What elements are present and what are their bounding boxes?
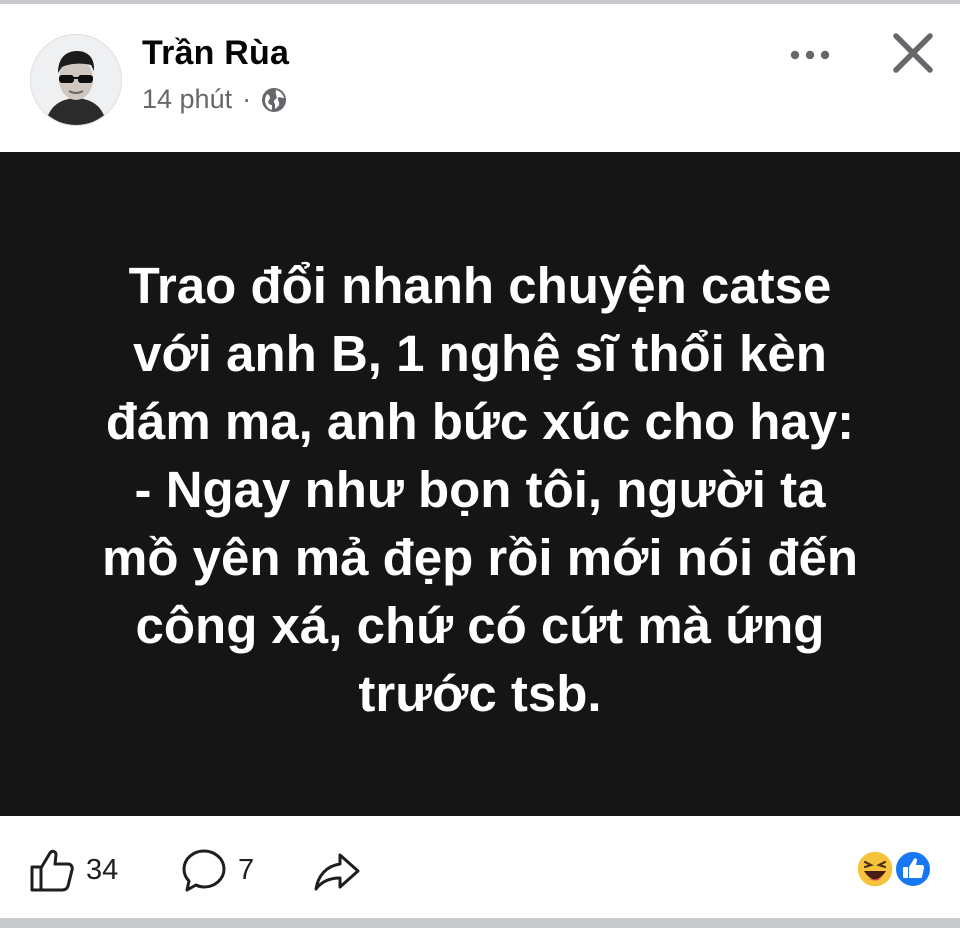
share-button[interactable]	[313, 849, 361, 893]
post-action-bar: 34 7	[0, 816, 960, 918]
close-button[interactable]	[888, 28, 938, 78]
avatar[interactable]	[30, 34, 122, 126]
post-header: Trần Rùa 14 phút ·	[0, 4, 960, 152]
globe-icon[interactable]	[261, 87, 287, 113]
close-icon	[893, 33, 933, 73]
like-icon	[30, 849, 74, 892]
more-options-button[interactable]	[783, 40, 843, 70]
like-reaction-icon	[894, 850, 932, 888]
bottom-divider	[0, 918, 960, 928]
post-meta: 14 phút ·	[142, 84, 287, 115]
more-horizontal-icon	[790, 50, 830, 60]
haha-reaction-icon	[856, 850, 894, 888]
comment-icon	[182, 849, 226, 892]
avatar-portrait-icon	[31, 35, 121, 125]
like-count: 34	[86, 853, 119, 886]
comment-count: 7	[238, 853, 255, 886]
comment-button[interactable]: 7	[180, 846, 254, 894]
post-time[interactable]: 14 phút	[142, 84, 232, 115]
like-button[interactable]: 34	[28, 846, 118, 894]
reaction-summary[interactable]	[856, 850, 936, 890]
post-content-card: Trao đổi nhanh chuyện catse với anh B, 1…	[0, 152, 960, 816]
share-icon	[314, 853, 360, 891]
meta-separator: ·	[242, 84, 252, 114]
author-name[interactable]: Trần Rùa	[142, 34, 289, 73]
post-text: Trao đổi nhanh chuyện catse với anh B, 1…	[101, 257, 859, 722]
